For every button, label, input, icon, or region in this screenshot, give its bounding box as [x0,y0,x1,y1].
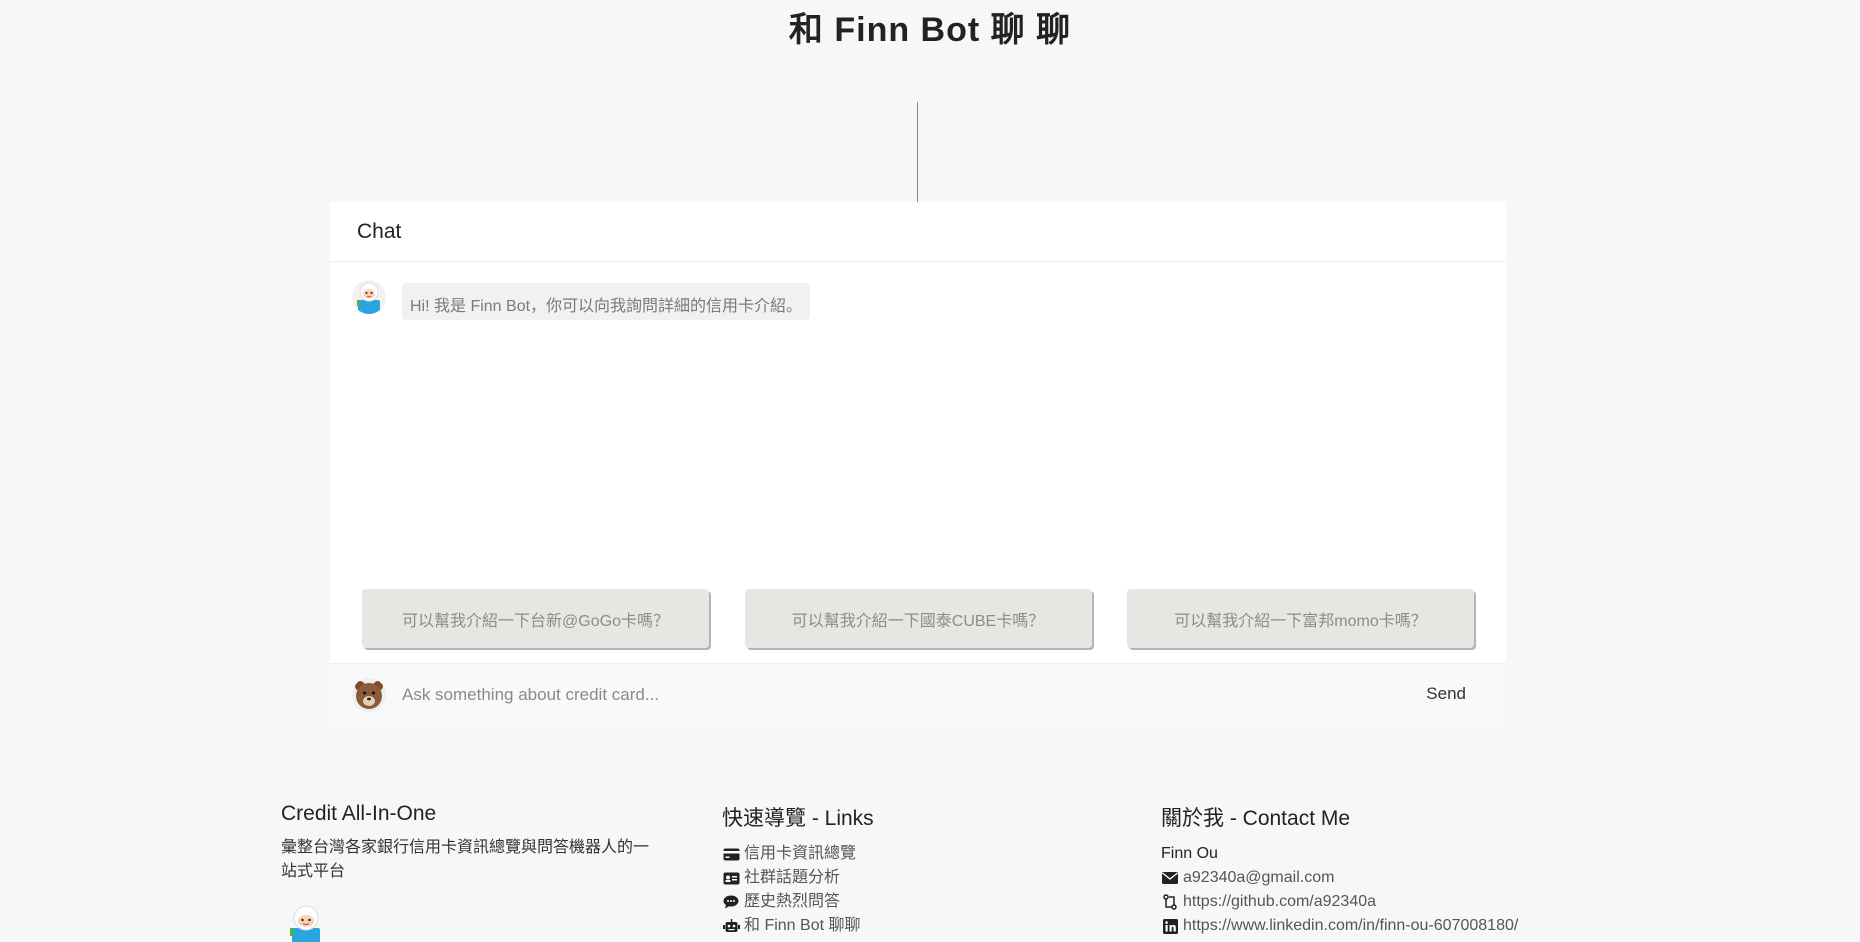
linkedin-icon [1161,918,1179,934]
footer-link-card-overview[interactable]: 信用卡資訊總覽 [722,842,1052,866]
footer-links: 快速導覽 - Links 信用卡資訊總覽 社群話題分析 歷史熱烈問答 和 Fin… [722,802,1052,938]
footer-contact-title: 關於我 - Contact Me [1161,807,1351,830]
footer-links-title: 快速導覽 - Links [722,807,874,830]
send-button[interactable]: Send [1426,684,1466,704]
page-title: 和 Finn Bot 聊 聊 [788,11,1072,49]
footer-link-label: 歷史熱烈問答 [744,893,841,910]
envelope-icon [1161,870,1179,886]
bot-message: Hi! 我是 Finn Bot，你可以向我詢問詳細的信用卡介紹。 [402,283,811,320]
chat-input[interactable] [402,680,1382,710]
comments-icon [722,894,740,910]
footer-link-label: 和 Finn Bot 聊聊 [744,917,861,934]
user-avatar [352,678,386,712]
suggestion-button-fubon[interactable]: 可以幫我介紹一下富邦momo卡嗎？ [1127,589,1474,648]
chat-composer: Send [330,663,1506,726]
footer-link-label: 社群話題分析 [744,869,841,886]
footer-link-social-analysis[interactable]: 社群話題分析 [722,866,1052,890]
footer-link-label: 信用卡資訊總覽 [744,845,857,862]
contact-github: https://github.com/a92340a [1183,893,1377,910]
chat-panel: Chat Hi! 我是 Finn Bot，你可以向我詢問詳細的信用卡介紹。 可以… [330,202,1506,726]
credit-card-icon [722,846,740,862]
footer-logo [286,904,326,942]
footer-about-title: Credit All-In-One [281,802,437,825]
footer-about-description: 彙整台灣各家銀行信用卡資訊總覽與問答機器人的一站式平台 [281,839,650,880]
chat-header: Chat [330,202,1506,262]
vertical-divider [917,102,918,202]
contact-email-link[interactable]: a92340a@gmail.com [1161,866,1591,890]
bot-avatar [352,280,386,314]
footer-about: Credit All-In-One 彙整台灣各家銀行信用卡資訊總覽與問答機器人的… [281,802,651,884]
git-branch-icon [1161,894,1179,910]
suggestion-list: 可以幫我介紹一下台新@GoGo卡嗎？ 可以幫我介紹一下國泰CUBE卡嗎？ 可以幫… [362,589,1474,648]
suggestion-button-taishin[interactable]: 可以幫我介紹一下台新@GoGo卡嗎？ [362,589,709,648]
robot-icon [722,918,740,934]
contact-linkedin-link[interactable]: https://www.linkedin.com/in/finn-ou-6070… [1161,914,1591,938]
contact-github-link[interactable]: https://github.com/a92340a [1161,890,1591,914]
suggestion-button-cathay[interactable]: 可以幫我介紹一下國泰CUBE卡嗎？ [744,589,1092,648]
contact-email: a92340a@gmail.com [1183,869,1335,886]
contact-name: Finn Ou [1161,845,1218,862]
footer-link-hot-questions[interactable]: 歷史熱烈問答 [722,890,1052,914]
id-card-icon [722,870,740,886]
footer-contact: 關於我 - Contact Me Finn Ou a92340a@gmail.c… [1161,802,1591,938]
footer-link-finn-bot[interactable]: 和 Finn Bot 聊聊 [722,914,1052,938]
contact-linkedin: https://www.linkedin.com/in/finn-ou-6070… [1183,917,1519,934]
